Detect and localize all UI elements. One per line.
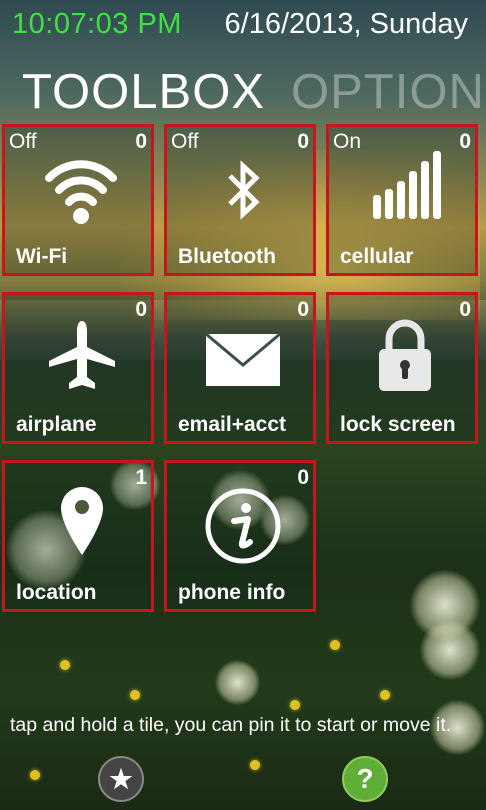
yellow-flower <box>330 640 340 650</box>
star-icon: ★ <box>109 764 133 794</box>
tile-label: airplane <box>16 413 97 436</box>
tile-count: 1 <box>135 466 147 489</box>
question-icon: ? <box>356 763 374 794</box>
status-bar: 10:07:03 PM 6/16/2013, Sunday <box>0 0 486 50</box>
favorite-button[interactable]: ★ <box>98 756 144 802</box>
dandelion-puff <box>420 620 480 680</box>
tile-location[interactable]: 1 location <box>2 460 154 612</box>
tile-label: Bluetooth <box>178 245 276 268</box>
tile-airplane[interactable]: 0 airplane <box>2 292 154 444</box>
yellow-flower <box>30 770 40 780</box>
tile-label: phone info <box>178 581 286 604</box>
tile-count: 0 <box>135 130 147 153</box>
hint-text: tap and hold a tile, you can pin it to s… <box>10 714 452 736</box>
tile-label: email+acct <box>178 413 286 436</box>
tile-state: Off <box>9 130 37 153</box>
yellow-flower <box>290 700 300 710</box>
padlock-icon <box>379 319 431 391</box>
signal-bars-icon <box>373 151 441 219</box>
wifi-icon <box>45 160 117 224</box>
tile-count: 0 <box>297 130 309 153</box>
yellow-flower <box>60 660 70 670</box>
info-icon <box>205 488 281 564</box>
yellow-flower <box>250 760 260 770</box>
airplane-icon <box>49 321 115 389</box>
yellow-flower <box>380 690 390 700</box>
tile-count: 0 <box>135 298 147 321</box>
map-pin-icon <box>61 487 103 555</box>
tile-count: 0 <box>459 130 471 153</box>
tile-lock-screen[interactable]: 0 lock screen <box>326 292 478 444</box>
pivot-header: TOOLBOX OPTIONS <box>22 64 486 124</box>
tile-state: On <box>333 130 362 153</box>
tile-bluetooth[interactable]: Off 0 Bluetooth <box>164 124 316 276</box>
clock: 10:07:03 PM <box>12 8 182 40</box>
tile-label: lock screen <box>340 413 456 436</box>
tile-label: cellular <box>340 245 414 268</box>
tab-options[interactable]: OPTIONS <box>291 65 486 119</box>
date: 6/16/2013, Sunday <box>224 8 468 40</box>
envelope-icon <box>205 333 281 386</box>
help-button[interactable]: ? <box>342 756 388 802</box>
tile-label: location <box>16 581 97 604</box>
tile-label: Wi-Fi <box>16 245 68 268</box>
dandelion-puff <box>215 660 260 705</box>
tile-state: Off <box>171 130 199 153</box>
tile-phone-info[interactable]: 0 phone info <box>164 460 316 612</box>
yellow-flower <box>130 690 140 700</box>
tile-count: 0 <box>297 298 309 321</box>
tile-wifi[interactable]: Off 0 Wi-Fi <box>2 124 154 276</box>
tile-cellular[interactable]: On 0 cellular <box>326 124 478 276</box>
tile-count: 0 <box>459 298 471 321</box>
tile-email-acct[interactable]: 0 email+acct <box>164 292 316 444</box>
bluetooth-icon <box>228 160 260 220</box>
tile-count: 0 <box>297 466 309 489</box>
tab-toolbox[interactable]: TOOLBOX <box>22 65 265 119</box>
